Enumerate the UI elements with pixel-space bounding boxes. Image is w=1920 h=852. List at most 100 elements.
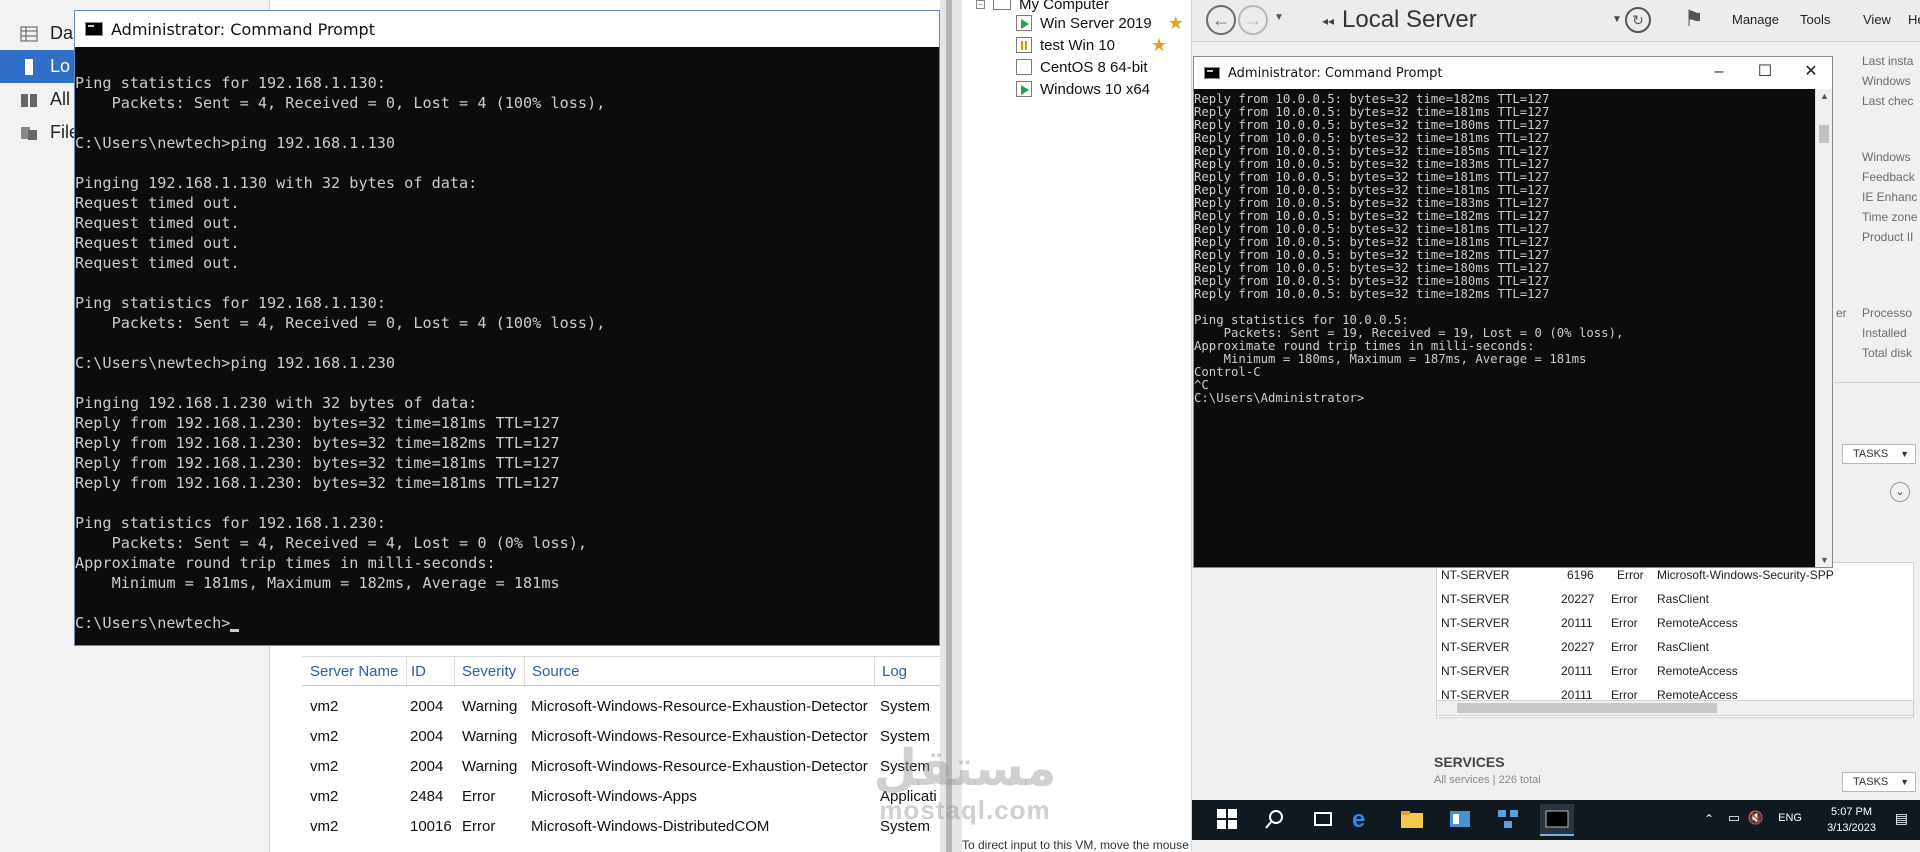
console-line: Reply from 10.0.0.5: bytes=32 time=181ms… xyxy=(1194,170,1550,184)
cell-source: RasClient xyxy=(1657,640,1710,654)
console-line: Reply from 10.0.0.5: bytes=32 time=180ms… xyxy=(1194,261,1550,275)
notifications-flag-icon[interactable]: ⚑ xyxy=(1684,6,1704,32)
guest-events-list: NT-SERVER 6196 Error Microsoft-Windows-S… xyxy=(1436,562,1914,718)
close-icon[interactable]: ✕ xyxy=(1788,57,1834,89)
cell-source: RemoteAccess xyxy=(1657,616,1738,630)
favorite-star-icon[interactable]: ★ xyxy=(1168,13,1184,34)
table-row[interactable]: NT-SERVER 20227 Error RasClient xyxy=(1437,635,1897,659)
watermark: مستقل mostaql.com xyxy=(845,740,1085,830)
scrollbar-thumb[interactable] xyxy=(1819,125,1829,143)
vm-item-windows-10-x64[interactable]: Windows 10 x64 xyxy=(1016,78,1150,100)
history-dropdown-icon[interactable]: ▼ xyxy=(1274,12,1284,23)
command-prompt-taskbar-icon[interactable] xyxy=(1540,804,1574,836)
vm-name: Windows 10 x64 xyxy=(1040,80,1151,98)
console-line: Reply from 10.0.0.5: bytes=32 time=182ms… xyxy=(1194,248,1550,262)
property-label: Last chec xyxy=(1862,94,1914,108)
watermark-arabic: مستقل xyxy=(873,739,1057,797)
internet-explorer-icon[interactable]: e xyxy=(1352,808,1376,832)
search-icon[interactable] xyxy=(1264,808,1288,832)
start-windows-icon[interactable] xyxy=(1216,808,1240,832)
command-prompt-window[interactable]: Administrator: Command Prompt Ping stati… xyxy=(74,10,940,646)
volume-muted-icon[interactable]: 🔇 xyxy=(1748,810,1764,826)
column-divider xyxy=(406,657,407,687)
scroll-down-icon[interactable]: ▼ xyxy=(1820,555,1829,565)
guest-command-prompt-window[interactable]: Administrator: Command Prompt – ☐ ✕ Repl… xyxy=(1193,56,1833,568)
table-row[interactable]: NT-SERVER 20227 Error RasClient xyxy=(1437,587,1897,611)
back-button[interactable]: ← xyxy=(1206,5,1236,35)
server-manager-icon[interactable] xyxy=(1448,808,1472,832)
vm-item-centos-8[interactable]: CentOS 8 64-bit xyxy=(1016,56,1148,78)
tasks-button[interactable]: TASKS xyxy=(1842,772,1916,792)
network-status-icon[interactable]: ▭ xyxy=(1728,810,1740,826)
console-line: Packets: Sent = 19, Received = 19, Lost … xyxy=(1194,326,1624,340)
console-prompt[interactable]: C:\Users\newtech> xyxy=(75,613,939,633)
breadcrumb-chevron-icon: ◂◂ xyxy=(1322,14,1335,28)
minimize-icon[interactable]: – xyxy=(1696,57,1742,89)
console-line: Packets: Sent = 4, Received = 4, Lost = … xyxy=(75,534,588,552)
vm-item-win-server-2019[interactable]: Win Server 2019 ★ xyxy=(1016,12,1184,34)
property-label: IE Enhanc xyxy=(1862,190,1918,204)
tasks-label: TASKS xyxy=(1853,776,1889,788)
cell-severity: Error xyxy=(1611,592,1638,606)
chevron-down-icon[interactable]: ▼ xyxy=(1612,14,1622,25)
window-titlebar[interactable]: Administrator: Command Prompt xyxy=(75,11,939,47)
forward-button[interactable]: → xyxy=(1238,5,1268,35)
clock[interactable]: 5:07 PM 3/13/2023 xyxy=(1827,804,1876,836)
scroll-up-icon[interactable]: ▲ xyxy=(1820,91,1829,101)
task-view-icon[interactable] xyxy=(1312,808,1336,832)
console-line: Reply from 192.168.1.230: bytes=32 time=… xyxy=(75,434,560,452)
property-fragment: er xyxy=(1836,306,1847,320)
services-section-title: SERVICES xyxy=(1434,754,1505,770)
favorite-star-icon[interactable]: ★ xyxy=(1151,35,1167,56)
cell-server: NT-SERVER xyxy=(1441,568,1510,582)
vm-off-icon xyxy=(1016,59,1032,75)
sidebar-item-label: All xyxy=(50,89,71,109)
menu-view[interactable]: View xyxy=(1863,12,1891,27)
console-output[interactable]: Ping statistics for 192.168.1.130: Packe… xyxy=(75,47,939,645)
language-indicator[interactable]: ENG xyxy=(1778,812,1802,824)
column-header-id[interactable]: ID xyxy=(411,663,426,680)
maximize-icon[interactable]: ☐ xyxy=(1742,57,1788,89)
table-row[interactable]: NT-SERVER 20111 Error RemoteAccess xyxy=(1437,611,1897,635)
table-row[interactable]: vm2 2004 Warning Microsoft-Windows-Resou… xyxy=(302,692,942,722)
console-line: Minimum = 180ms, Maximum = 187ms, Averag… xyxy=(1194,352,1587,366)
tree-label: My Computer xyxy=(1019,0,1110,13)
cell-server: NT-SERVER xyxy=(1441,592,1510,606)
horizontal-scrollbar[interactable] xyxy=(1436,700,1914,716)
console-line: Ping statistics for 10.0.0.5: xyxy=(1194,313,1409,327)
console-output[interactable]: Reply from 10.0.0.5: bytes=32 time=182ms… xyxy=(1194,89,1816,567)
vertical-scrollbar[interactable]: ▲ ▼ xyxy=(1815,89,1832,567)
expand-chevron-icon[interactable]: ⌄ xyxy=(1890,482,1910,502)
action-center-icon[interactable]: ▤ xyxy=(1895,810,1908,827)
column-header-log[interactable]: Log xyxy=(882,663,907,680)
tasks-button[interactable]: TASKS xyxy=(1842,444,1916,464)
console-line: Reply from 10.0.0.5: bytes=32 time=185ms… xyxy=(1194,144,1550,158)
menu-tools[interactable]: Tools xyxy=(1800,12,1830,27)
vm-item-test-win-10[interactable]: test Win 10 ★ xyxy=(1016,34,1167,56)
console-line: Request timed out. xyxy=(75,194,240,212)
column-header-server-name[interactable]: Server Name xyxy=(310,663,398,680)
chevron-up-icon[interactable]: ⌃ xyxy=(1704,812,1714,826)
menu-manage[interactable]: Manage xyxy=(1732,12,1779,27)
refresh-icon[interactable]: ↻ xyxy=(1625,7,1651,33)
cell-server: vm2 xyxy=(310,728,339,745)
property-label: Installed xyxy=(1862,326,1907,340)
console-line: Approximate round trip times in milli-se… xyxy=(1194,339,1535,353)
table-row[interactable]: NT-SERVER 20111 Error RemoteAccess xyxy=(1437,659,1897,683)
column-divider xyxy=(524,657,525,687)
column-header-source[interactable]: Source xyxy=(532,663,580,680)
collapse-icon[interactable]: − xyxy=(976,0,985,9)
host-scrollbar[interactable] xyxy=(946,0,952,852)
file-explorer-icon[interactable] xyxy=(1400,808,1424,832)
cell-server: NT-SERVER xyxy=(1441,616,1510,630)
property-label: Windows xyxy=(1862,150,1911,164)
menu-help[interactable]: He xyxy=(1908,12,1920,27)
cell-id: 2004 xyxy=(410,758,444,775)
property-label: Feedback xyxy=(1862,170,1915,184)
vmware-status-hint: To direct input to this VM, move the mou… xyxy=(962,838,1192,852)
window-titlebar[interactable]: Administrator: Command Prompt – ☐ ✕ xyxy=(1194,57,1832,89)
scrollbar-thumb[interactable] xyxy=(1457,703,1717,713)
column-header-severity[interactable]: Severity xyxy=(462,663,516,680)
network-icon[interactable] xyxy=(1496,808,1520,832)
